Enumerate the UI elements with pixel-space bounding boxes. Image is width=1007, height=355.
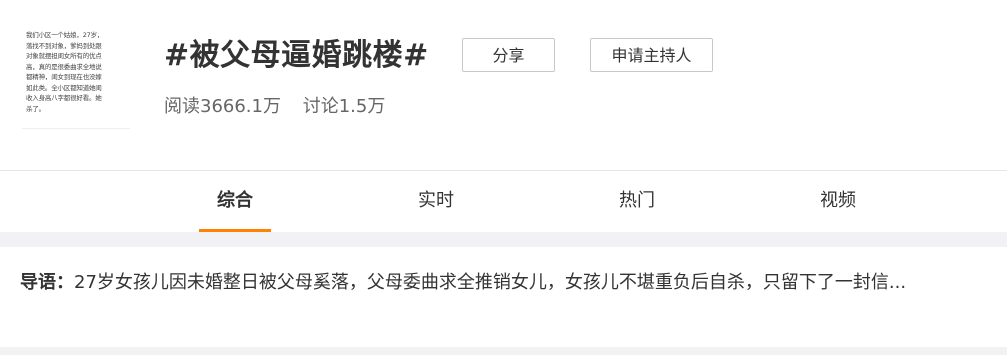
- topic-title: #被父母逼婚跳楼#: [164, 38, 429, 73]
- tab-video[interactable]: 视频: [802, 171, 874, 231]
- topic-thumbnail[interactable]: 我们小区一个姑娘，27岁， 落找不到对象，爹妈到处跟 对象就摆担闺女所有的优点 …: [22, 28, 130, 129]
- thumbnail-line: 高，真的是很委曲求全地说: [26, 62, 102, 71]
- thumbnail-line: 落找不到对象，爹妈到处跟: [26, 41, 102, 50]
- thumbnail-line: 对象就摆担闺女所有的优点: [26, 52, 102, 60]
- topic-intro: 导语：27岁女孩儿因未婚整日被父母奚落，父母委曲求全推销女儿，女孩儿不堪重负后自…: [0, 247, 1007, 347]
- discussion-count: 讨论1.5万: [302, 96, 386, 117]
- thumbnail-line: 收入身高八字都很好看。她: [26, 94, 102, 102]
- section-divider: [0, 347, 1007, 355]
- intro-paragraph: 导语：27岁女孩儿因未婚整日被父母奚落，父母委曲求全推销女儿，女孩儿不堪重负后自…: [20, 269, 993, 297]
- tab-bar: 综合 实时 热门 视频: [0, 170, 1007, 233]
- intro-text: 27岁女孩儿因未婚整日被父母奚落，父母委曲求全推销女儿，女孩儿不堪重负后自杀，只…: [74, 272, 907, 293]
- share-button[interactable]: 分享: [462, 38, 555, 72]
- tab-hot[interactable]: 热门: [601, 171, 673, 231]
- thumbnail-line: 都精神，闺女到现在也没嫁: [26, 73, 102, 81]
- thumbnail-line: 如此类。全小区都知道她闺: [26, 83, 102, 92]
- topic-stats: 阅读3666.1万 讨论1.5万: [164, 92, 385, 122]
- topic-header: 我们小区一个姑娘，27岁， 落找不到对象，爹妈到处跟 对象就摆担闺女所有的优点 …: [0, 0, 1007, 170]
- thumbnail-line: 我们小区一个姑娘，27岁，: [26, 31, 104, 39]
- read-count: 阅读3666.1万: [164, 96, 281, 117]
- tab-realtime[interactable]: 实时: [400, 171, 472, 231]
- tab-comprehensive[interactable]: 综合: [199, 171, 271, 231]
- apply-host-button[interactable]: 申请主持人: [590, 38, 713, 72]
- intro-label: 导语：: [20, 272, 74, 293]
- thumbnail-line: 杀了。: [26, 104, 45, 113]
- section-divider: [0, 232, 1007, 247]
- thumbnail-text: 我们小区一个姑娘，27岁， 落找不到对象，爹妈到处跟 对象就摆担闺女所有的优点 …: [22, 28, 130, 114]
